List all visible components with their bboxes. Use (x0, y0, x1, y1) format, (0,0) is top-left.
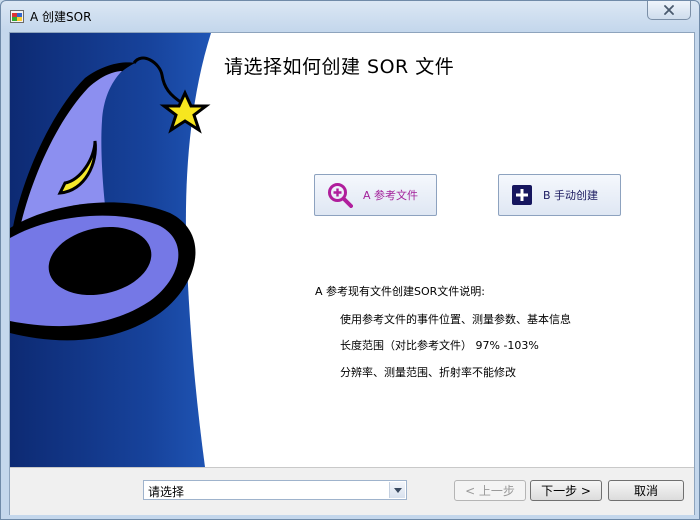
selection-combo-value: 请选择 (148, 485, 185, 499)
reference-file-button[interactable]: A 参考文件 (314, 174, 437, 216)
page-title: 请选择如何创建 SOR 文件 (224, 56, 455, 78)
cancel-button[interactable]: 取消 (608, 480, 684, 501)
magnifier-plus-icon (328, 183, 353, 208)
chevron-down-icon (393, 487, 402, 493)
close-button[interactable] (647, 1, 691, 20)
wizard-window: A 创建SOR 请选择如何创建 SOR 文件 A 参考文件 B 手动创建 A 参… (0, 0, 700, 520)
next-button[interactable]: 下一步 > (530, 480, 602, 501)
app-icon (10, 10, 24, 23)
wizard-body: 请选择如何创建 SOR 文件 A 参考文件 B 手动创建 A 参考现有文件创建S… (9, 32, 695, 515)
title-bar: A 创建SOR (1, 1, 699, 31)
description-heading: A 参考现有文件创建SOR文件说明: (315, 285, 486, 298)
selection-combo[interactable]: 请选择 (143, 480, 407, 500)
plus-square-icon (512, 185, 532, 205)
previous-button[interactable]: < 上一步 (454, 480, 526, 501)
reference-file-label: A 参考文件 (363, 189, 419, 202)
description-line: 长度范围（对比参考文件） 97% -103% (340, 339, 539, 352)
description-line: 分辨率、测量范围、折射率不能修改 (340, 366, 516, 379)
manual-create-button[interactable]: B 手动创建 (498, 174, 621, 216)
wizard-footer: 请选择 < 上一步 下一步 > 取消 (10, 467, 694, 515)
window-title: A 创建SOR (30, 10, 92, 24)
wizard-hat-banner (10, 33, 211, 467)
close-icon (664, 5, 674, 15)
manual-create-label: B 手动创建 (543, 189, 599, 202)
combo-dropdown-button[interactable] (389, 482, 405, 498)
description-line: 使用参考文件的事件位置、测量参数、基本信息 (340, 313, 571, 326)
